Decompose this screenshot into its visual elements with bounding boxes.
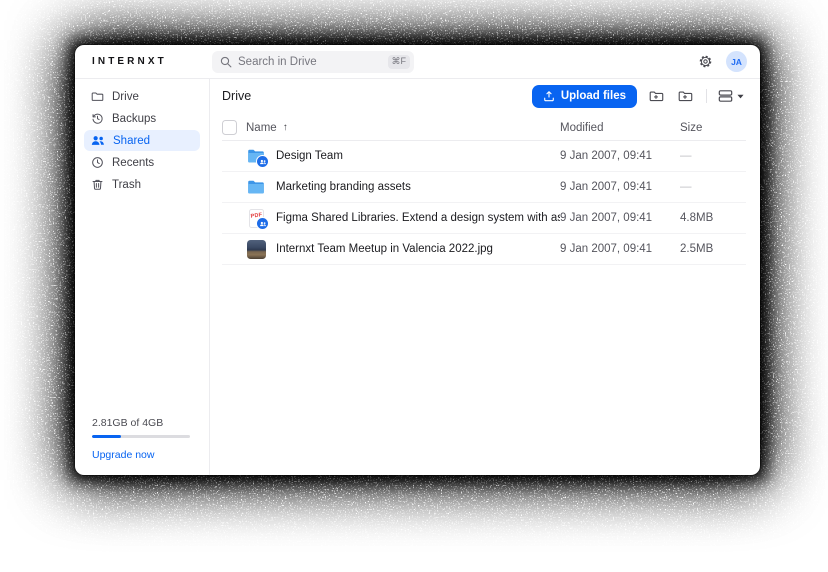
search-input[interactable]: Search in Drive ⌘F bbox=[212, 51, 414, 73]
file-size: — bbox=[680, 150, 746, 162]
name-header-label: Name bbox=[246, 122, 277, 134]
sidebar-item-label: Shared bbox=[113, 135, 150, 147]
list-view-icon bbox=[718, 89, 733, 103]
file-name: Figma Shared Libraries. Extend a design … bbox=[276, 212, 560, 224]
file-name: Marketing branding assets bbox=[276, 181, 411, 193]
upload-folder-button[interactable] bbox=[675, 87, 695, 105]
search-icon bbox=[220, 56, 232, 68]
file-name: Design Team bbox=[276, 150, 343, 162]
file-row[interactable]: Internxt Team Meetup in Valencia 2022.jp… bbox=[222, 234, 746, 265]
file-modified: 9 Jan 2007, 09:41 bbox=[560, 181, 680, 193]
search-shortcut-badge: ⌘F bbox=[388, 55, 411, 69]
file-table: Name ↑ Modified Size bbox=[222, 115, 746, 265]
header-actions: Upload files bbox=[532, 85, 746, 108]
storage-usage-label: 2.81GB of 4GB bbox=[92, 417, 190, 429]
trash-icon bbox=[91, 178, 104, 191]
folder-icon bbox=[246, 177, 266, 197]
image-thumbnail bbox=[246, 239, 266, 259]
backup-restore-icon bbox=[91, 112, 104, 125]
file-row[interactable]: Design Team 9 Jan 2007, 09:41 — bbox=[222, 141, 746, 172]
shared-users-icon bbox=[91, 135, 105, 146]
sidebar-item-drive[interactable]: Drive bbox=[84, 86, 200, 107]
actions-divider bbox=[706, 89, 707, 103]
folder-plus-icon bbox=[677, 89, 693, 103]
pdf-file-icon: PDF bbox=[246, 208, 266, 228]
sidebar-item-label: Drive bbox=[112, 91, 139, 103]
view-mode-toggle[interactable] bbox=[716, 87, 746, 105]
create-folder-button[interactable] bbox=[646, 87, 666, 105]
upload-icon bbox=[543, 90, 555, 102]
sort-ascending-icon: ↑ bbox=[283, 122, 288, 133]
chevron-down-icon bbox=[737, 94, 744, 99]
storage-section: 2.81GB of 4GB Upgrade now bbox=[92, 417, 190, 461]
file-size: 4.8MB bbox=[680, 212, 746, 224]
avatar[interactable]: JA bbox=[726, 51, 747, 72]
main-content: Drive Upload files bbox=[210, 79, 760, 475]
app-window: INTERNXT Search in Drive ⌘F JA bbox=[75, 45, 760, 475]
file-modified: 9 Jan 2007, 09:41 bbox=[560, 150, 680, 162]
file-name: Internxt Team Meetup in Valencia 2022.jp… bbox=[276, 243, 493, 255]
internxt-logo: INTERNXT bbox=[75, 56, 210, 67]
sidebar-item-label: Recents bbox=[112, 157, 154, 169]
sidebar-item-label: Backups bbox=[112, 113, 156, 125]
sidebar-item-shared[interactable]: Shared bbox=[84, 130, 200, 151]
file-row[interactable]: PDF bbox=[222, 203, 746, 234]
shared-badge-icon bbox=[256, 217, 269, 230]
file-modified: 9 Jan 2007, 09:41 bbox=[560, 243, 680, 255]
upload-files-label: Upload files bbox=[561, 90, 626, 102]
sidebar-item-trash[interactable]: Trash bbox=[84, 174, 200, 195]
file-size: 2.5MB bbox=[680, 243, 746, 255]
upgrade-now-link[interactable]: Upgrade now bbox=[92, 449, 190, 461]
desktop-background: INTERNXT Search in Drive ⌘F JA bbox=[0, 0, 828, 572]
shared-badge-icon bbox=[256, 155, 269, 168]
sidebar-item-label: Trash bbox=[112, 179, 141, 191]
settings-gear-icon[interactable] bbox=[698, 54, 713, 69]
storage-progress-fill bbox=[92, 435, 121, 438]
table-header: Name ↑ Modified Size bbox=[222, 115, 746, 141]
file-modified: 9 Jan 2007, 09:41 bbox=[560, 212, 680, 224]
search-placeholder: Search in Drive bbox=[238, 56, 382, 68]
file-size: — bbox=[680, 181, 746, 193]
select-all-checkbox[interactable] bbox=[222, 120, 237, 135]
sidebar: Drive Backups bbox=[75, 79, 210, 475]
sidebar-item-recents[interactable]: Recents bbox=[84, 152, 200, 173]
clock-icon bbox=[91, 156, 104, 169]
column-header-size[interactable]: Size bbox=[680, 122, 746, 134]
folder-shared-icon bbox=[246, 146, 266, 166]
folder-plus-icon bbox=[648, 89, 664, 103]
sidebar-item-backups[interactable]: Backups bbox=[84, 108, 200, 129]
file-row[interactable]: Marketing branding assets 9 Jan 2007, 09… bbox=[222, 172, 746, 203]
column-header-modified[interactable]: Modified bbox=[560, 122, 680, 134]
column-header-name[interactable]: Name ↑ bbox=[246, 122, 560, 134]
storage-progress-bar bbox=[92, 435, 190, 438]
folder-icon bbox=[91, 90, 104, 103]
page-title: Drive bbox=[222, 89, 251, 103]
upload-files-button[interactable]: Upload files bbox=[532, 85, 637, 108]
main-header: Drive Upload files bbox=[222, 84, 746, 108]
topbar: INTERNXT Search in Drive ⌘F JA bbox=[75, 45, 760, 79]
